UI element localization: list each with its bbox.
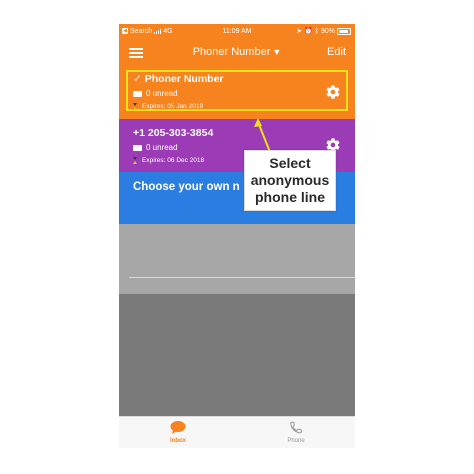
envelope-icon xyxy=(133,144,142,151)
battery-icon xyxy=(337,27,351,35)
hourglass-icon xyxy=(133,103,138,110)
dropdown-caret-icon: ▼ xyxy=(272,47,282,57)
callout-line-2: anonymous xyxy=(250,172,330,188)
line-name: +1 205-303-3854 xyxy=(133,127,214,139)
callout-line-1: Select xyxy=(269,155,311,171)
alarm-icon: ⏰ xyxy=(304,28,313,35)
expiry-date: Expires: 06 Dec 2018 xyxy=(142,157,205,164)
phone-screen: ◀ Search 4G 11:09 AM ➤ ⏰ ᛒ 90% Phoner Nu… xyxy=(119,24,355,448)
tab-inbox-label: Inbox xyxy=(170,438,186,444)
phone-handset-icon xyxy=(290,421,302,434)
line-row-phoner-number[interactable]: ✓ Phoner Number 0 unread Expires: 05 Jan… xyxy=(119,65,355,119)
hourglass-icon xyxy=(133,157,138,164)
tab-bar: Inbox Phone xyxy=(119,416,355,448)
tab-inbox[interactable]: Inbox xyxy=(119,417,237,448)
edit-button[interactable]: Edit xyxy=(327,46,346,58)
choose-own-number-label: Choose your own n xyxy=(133,181,240,193)
status-bar: ◀ Search 4G 11:09 AM ➤ ⏰ ᛒ 90% xyxy=(119,24,355,38)
tab-phone-label: Phone xyxy=(287,438,305,444)
bluetooth-icon: ᛒ xyxy=(314,27,319,35)
callout-line-3: phone line xyxy=(255,189,325,205)
envelope-icon xyxy=(133,90,142,97)
line-name: Phoner Number xyxy=(144,73,224,85)
battery-percent: 90% xyxy=(320,27,335,35)
location-icon: ➤ xyxy=(296,28,303,35)
chat-bubble-icon xyxy=(170,421,186,434)
instruction-callout: Select anonymous phone line xyxy=(244,150,336,211)
nav-title: Phoner Number xyxy=(192,46,271,58)
line-selector[interactable]: Phoner Number ▼ xyxy=(119,46,355,58)
unread-count: 0 unread xyxy=(146,89,178,98)
empty-list-area xyxy=(119,224,355,294)
check-icon: ✓ xyxy=(133,73,142,85)
settings-gear-icon[interactable] xyxy=(325,84,341,100)
unread-count: 0 unread xyxy=(146,143,178,152)
tab-phone[interactable]: Phone xyxy=(237,417,355,448)
list-divider xyxy=(129,277,355,278)
expiry-date: Expires: 05 Jan 2019 xyxy=(142,103,204,110)
